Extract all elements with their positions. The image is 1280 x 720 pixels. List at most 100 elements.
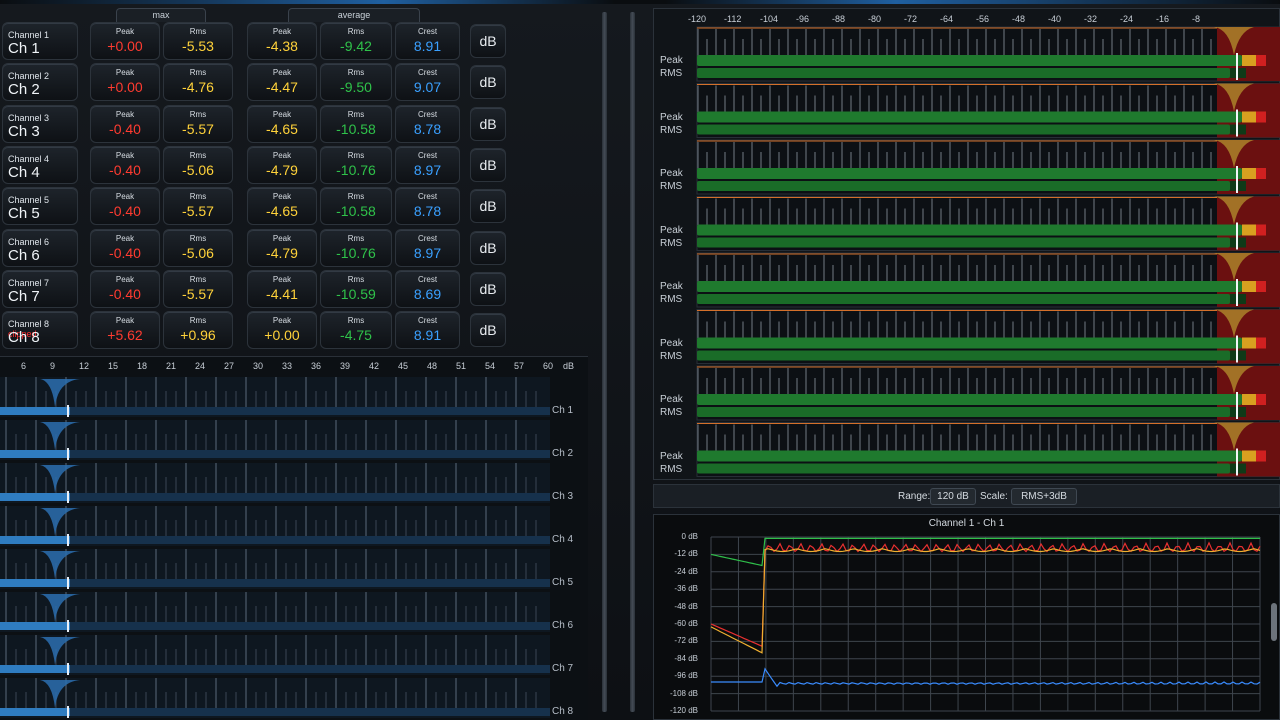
- rms-bar: [697, 181, 1230, 191]
- max-rms-cell: Rms -5.06: [163, 228, 233, 267]
- db-unit-button[interactable]: dB: [470, 230, 506, 265]
- crest-meter-row: [0, 420, 550, 460]
- channel-row: Channel 6 Ch 6 Peak -0.40 Rms -5.06 Peak -4.79…: [0, 228, 600, 267]
- channel-name-cell[interactable]: Channel 5 Ch 5: [2, 187, 78, 226]
- avg-peak-cell: Peak -4.38: [247, 22, 317, 60]
- crest-channel-label: Ch 7: [552, 663, 574, 674]
- scale-select[interactable]: RMS+3dB: [1011, 488, 1077, 505]
- history-y-label: -108 dB: [669, 688, 698, 698]
- max-peak-cell: Peak -0.40: [90, 228, 160, 267]
- max-peak-label: Peak: [115, 316, 135, 326]
- avg-peak-value: -4.65: [266, 203, 298, 220]
- meter-tick-label: -8: [1192, 14, 1201, 24]
- avg-rms-label: Rms: [347, 109, 365, 119]
- crest-value: 8.97: [413, 244, 442, 261]
- channel-sublabel: Channel 7: [8, 278, 49, 288]
- crest-tick-label: 45: [398, 361, 409, 371]
- channel-row: Channel 1 Ch 1 Peak +0.00 Rms -5.53 Peak -4.38…: [0, 22, 600, 60]
- avg-peak-label: Peak: [272, 109, 292, 119]
- peak-label: Peak: [660, 168, 683, 179]
- max-rms-cell: Rms -5.57: [163, 269, 233, 308]
- channel-name-cell[interactable]: Channel 6 Ch 6: [2, 228, 78, 267]
- level-meter-row: [696, 139, 1280, 195]
- level-meter-row: [696, 422, 1280, 477]
- rms-label: RMS: [660, 407, 683, 418]
- channel-name-cell[interactable]: Channel 4 Ch 4: [2, 145, 78, 184]
- peak-bar: [697, 55, 1242, 66]
- meter-tick-label: -40: [1048, 14, 1062, 24]
- right-splitter[interactable]: [630, 12, 635, 712]
- peak-bar: [697, 450, 1242, 462]
- crest-bar-track: [70, 579, 550, 587]
- db-unit-button[interactable]: dB: [470, 189, 506, 224]
- crest-tick-label: 54: [485, 361, 496, 371]
- meter-tick-label: -120: [688, 14, 707, 24]
- channel-number: Channel 1: [8, 30, 50, 40]
- crest-value: 8.69: [413, 285, 442, 302]
- db-unit-button[interactable]: dB: [470, 65, 506, 100]
- channel-sublabel: Channel 1: [8, 30, 49, 40]
- range-toolbar: Range: 120 dB Scale: RMS+3dB: [653, 484, 1280, 508]
- history-y-label: -24 dB: [674, 566, 698, 576]
- max-rms-label: Rms: [189, 27, 207, 36]
- peak-label: Peak: [660, 281, 683, 292]
- peak-bar: [697, 111, 1242, 123]
- left-splitter[interactable]: [602, 12, 607, 712]
- crest-tick-label: 30: [253, 361, 264, 371]
- max-rms-value: -5.06: [182, 161, 214, 178]
- peak-bar-clip: [1256, 281, 1266, 292]
- avg-peak-label: Peak: [272, 233, 292, 243]
- crest-label: Crest: [417, 316, 438, 326]
- max-rms-value: -5.57: [182, 285, 214, 302]
- crest-channel-label: Ch 8: [552, 706, 574, 717]
- avg-rms-value: -4.75: [340, 327, 372, 344]
- crest-channel-label: Ch 5: [552, 577, 574, 588]
- meter-tick-label: -72: [904, 14, 918, 24]
- history-y-label: -60 dB: [674, 619, 698, 628]
- channel-name-cell[interactable]: Channel 3 Ch 3: [2, 104, 78, 143]
- db-unit-button[interactable]: dB: [470, 106, 506, 141]
- avg-peak-value: -4.65: [266, 120, 298, 137]
- crest-tick-label: 18: [137, 361, 148, 371]
- avg-peak-cell: Peak -4.41: [247, 269, 317, 308]
- db-unit-button[interactable]: dB: [470, 271, 506, 306]
- max-peak-value: +0.00: [107, 79, 143, 96]
- avg-rms-value: -10.59: [336, 285, 376, 302]
- peak-bar-clip: [1256, 55, 1266, 66]
- crest-cell: Crest 8.78: [395, 104, 460, 143]
- max-rms-label: Rms: [189, 109, 207, 119]
- channel-name-cell[interactable]: Channel 2 Ch 2: [2, 63, 78, 102]
- channel-name-cell[interactable]: Channel 8 clipped Ch 8: [2, 311, 78, 350]
- rms-bar: [697, 237, 1230, 248]
- range-select[interactable]: 120 dB: [930, 488, 976, 505]
- max-peak-label: Peak: [115, 68, 135, 78]
- peak-bar: [697, 394, 1242, 405]
- crest-tick-label: 15: [108, 361, 119, 371]
- channel-name-cell[interactable]: Channel 1 Ch 1: [2, 22, 78, 60]
- db-unit-button[interactable]: dB: [470, 147, 506, 182]
- avg-rms-value: -9.50: [340, 79, 372, 96]
- crest-bar: [0, 493, 70, 501]
- avg-rms-value: -10.58: [336, 120, 376, 137]
- channel-name-cell[interactable]: Channel 7 Ch 7: [2, 269, 78, 308]
- channel-row: Channel 4 Ch 4 Peak -0.40 Rms -5.06 Peak -4.79…: [0, 145, 600, 184]
- crest-tick-label: 51: [456, 361, 467, 371]
- max-rms-label: Rms: [189, 316, 207, 326]
- crest-label: Crest: [417, 68, 438, 78]
- history-graph: Channel 1 - Ch 1 0 dB -12 dB -24 dB -36 dB -…: [653, 514, 1280, 720]
- max-rms-label: Rms: [189, 192, 207, 202]
- rms-label: RMS: [660, 68, 683, 79]
- db-unit-button[interactable]: dB: [470, 24, 506, 58]
- avg-peak-label: Peak: [272, 274, 292, 284]
- crest-tick-label: 33: [282, 361, 293, 371]
- avg-peak-value: +0.00: [264, 327, 300, 344]
- db-unit-button[interactable]: dB: [470, 313, 506, 348]
- crest-cell: Crest 8.91: [395, 22, 460, 60]
- crest-tick-label: 24: [195, 361, 206, 371]
- history-scrollbar[interactable]: [1271, 603, 1277, 641]
- meter-tick-label: -32: [1084, 14, 1098, 24]
- avg-rms-cell: Rms -10.76: [320, 228, 392, 267]
- max-rms-label: Rms: [189, 68, 207, 78]
- crest-tick-label: 36: [311, 361, 322, 371]
- channel-row: Channel 8 clipped Ch 8 Peak +5.62 Rms +0.96 Pe…: [0, 311, 600, 350]
